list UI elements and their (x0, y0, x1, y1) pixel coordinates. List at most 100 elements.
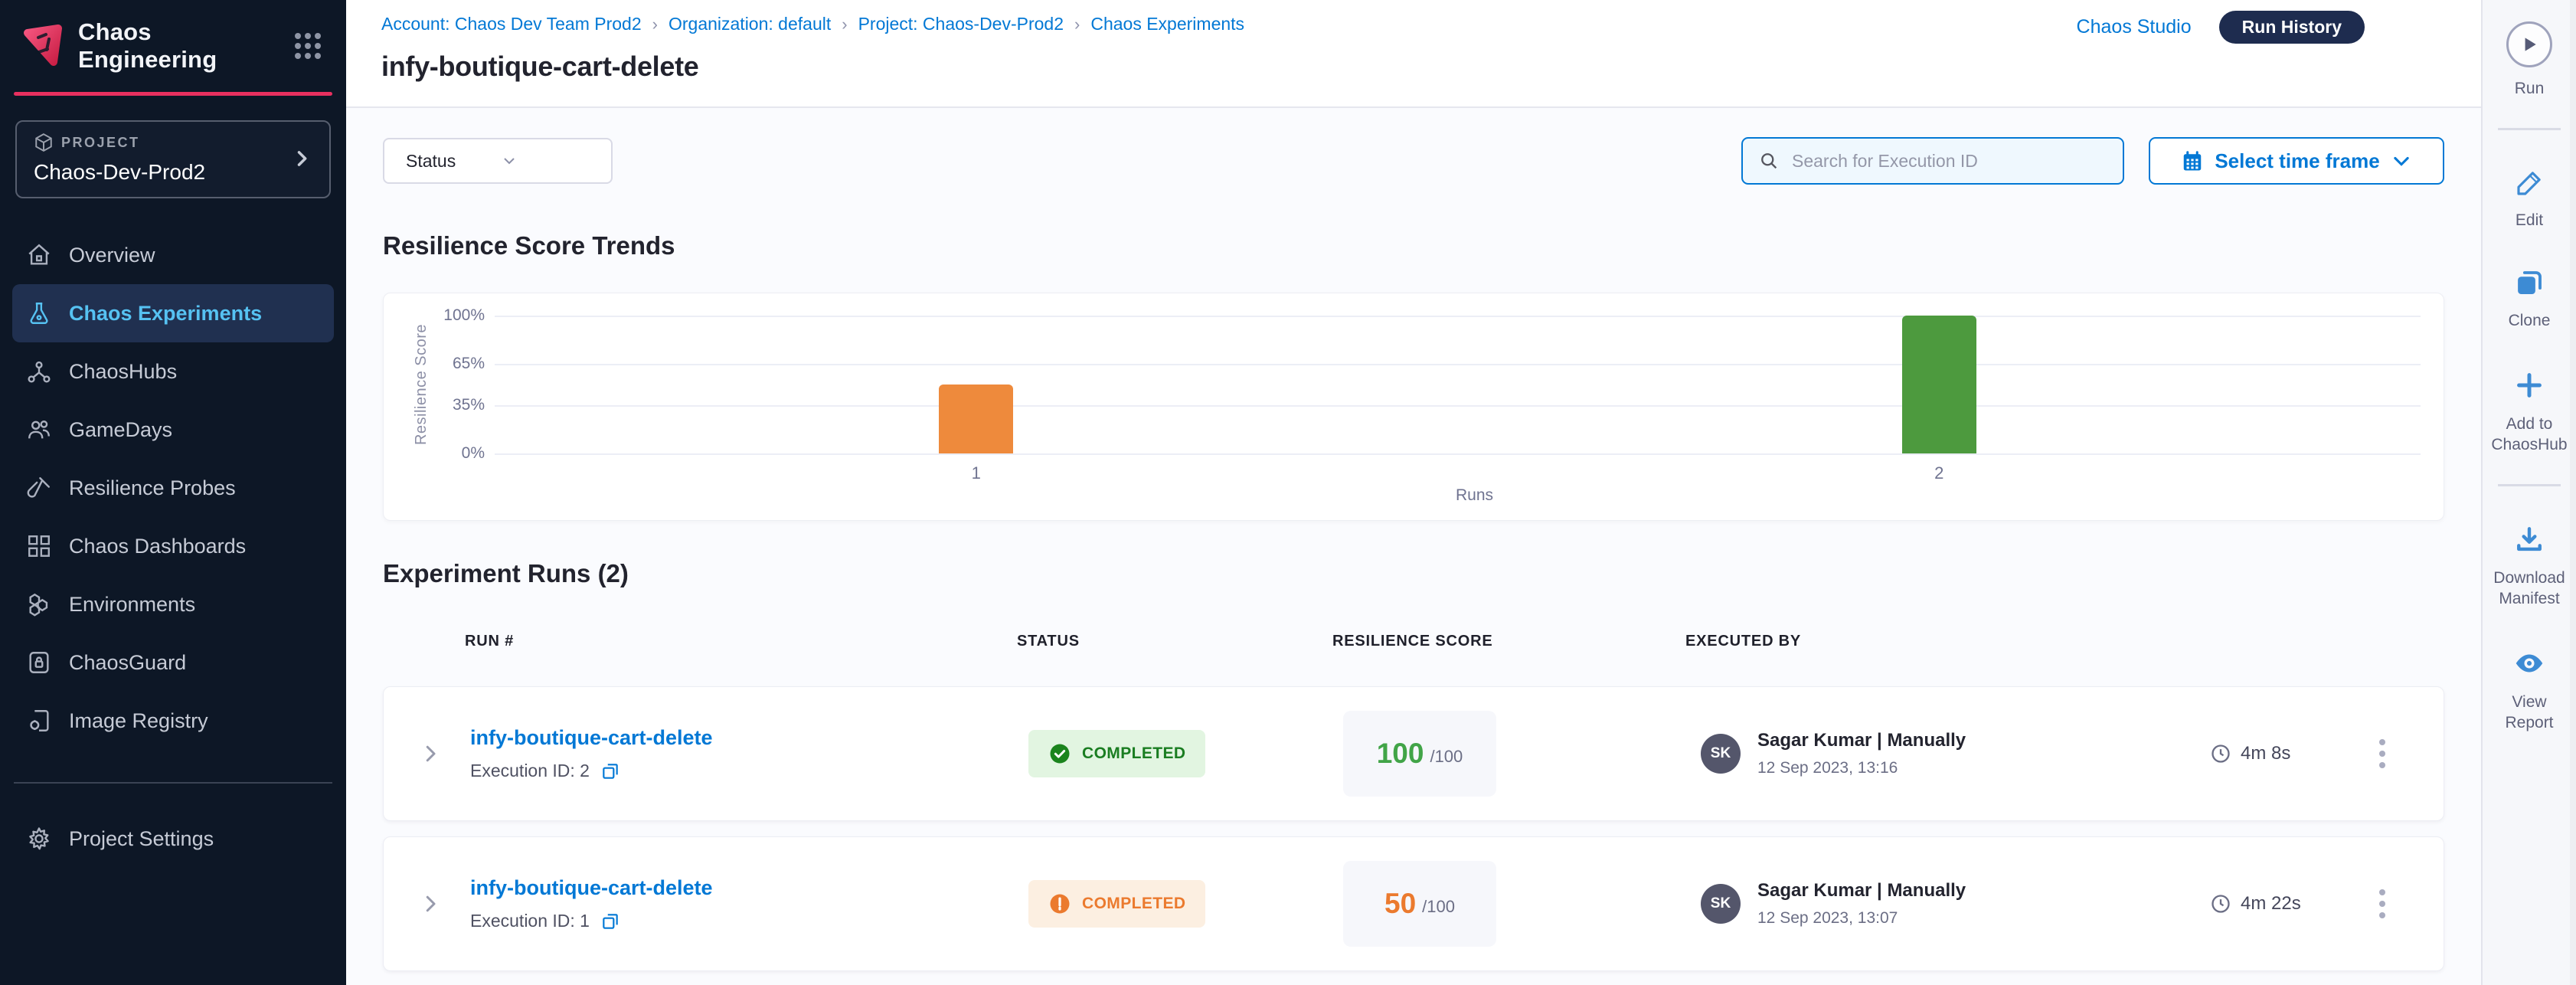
chart-gridline (495, 405, 2421, 407)
sidebar-item-label: Chaos Dashboards (69, 535, 246, 558)
score-max: /100 (1422, 897, 1455, 917)
chart-bar-run-1[interactable] (939, 385, 1013, 453)
expand-chevron-icon[interactable] (419, 892, 442, 915)
chaos-studio-link[interactable]: Chaos Studio (2077, 16, 2192, 38)
project-selector[interactable]: PROJECT Chaos-Dev-Prod2 (15, 120, 331, 198)
column-header-resilience-score: RESILIENCE SCORE (1332, 633, 1493, 650)
breadcrumb: Account: Chaos Dev Team Prod2 › Organiza… (381, 14, 1244, 34)
run-duration: 4m 22s (2241, 893, 2301, 915)
sidebar-item-image-registry[interactable]: Image Registry (12, 692, 334, 750)
chart-y-tick-label: 35% (408, 396, 485, 414)
executed-by-name: Sagar Kumar | Manually (1757, 730, 1966, 751)
run-history-button[interactable]: Run History (2219, 11, 2365, 44)
execution-search[interactable] (1741, 137, 2124, 185)
check-circle-icon (1048, 742, 1071, 765)
search-input[interactable] (1792, 151, 2107, 172)
table-row[interactable]: infy-boutique-cart-delete Execution ID: … (383, 686, 2444, 821)
avatar: SK (1701, 884, 1741, 924)
download-manifest-label: Download Manifest (2486, 568, 2572, 609)
run-name-link[interactable]: infy-boutique-cart-delete (470, 726, 713, 750)
view-report-action[interactable]: View Report (2491, 609, 2568, 733)
clock-icon (2210, 743, 2231, 764)
sidebar-accent-divider (14, 92, 332, 96)
view-report-label: View Report (2491, 692, 2568, 733)
scrollbar[interactable] (2570, 0, 2576, 985)
copy-icon[interactable] (600, 761, 620, 781)
resilience-score: 100 /100 (1343, 711, 1496, 797)
project-name: Chaos-Dev-Prod2 (34, 160, 314, 185)
add-to-chaoshub-action[interactable]: Add to ChaosHub (2484, 331, 2574, 455)
chart-y-tick-label: 0% (408, 444, 485, 463)
time-frame-selector[interactable]: Select time frame (2149, 137, 2444, 185)
sidebar-item-label: ChaosHubs (69, 360, 177, 384)
page-title: infy-boutique-cart-delete (381, 51, 699, 83)
sidebar-item-label: Project Settings (69, 827, 214, 851)
registry-icon (26, 708, 52, 734)
play-icon[interactable] (2506, 21, 2552, 67)
clone-action[interactable]: Clone (2509, 231, 2551, 331)
download-icon (2512, 523, 2546, 557)
sidebar-item-resilience-probes[interactable]: Resilience Probes (12, 459, 334, 517)
runs-table-header: RUN # STATUS RESILIENCE SCORE EXECUTED B… (383, 633, 2444, 653)
trends-section-title: Resilience Score Trends (383, 231, 2444, 260)
row-menu-kebab-icon[interactable] (2372, 731, 2393, 776)
chart-y-tick-label: 65% (408, 355, 485, 373)
copy-icon[interactable] (600, 911, 620, 931)
app-title: Chaos Engineering (78, 18, 293, 74)
column-header-run: RUN # (465, 633, 514, 650)
status-filter-label: Status (406, 151, 500, 172)
run-action[interactable]: Run (2506, 0, 2552, 99)
chart-y-axis-label: Resilience Score (413, 324, 430, 445)
execution-id: Execution ID: 1 (470, 911, 590, 931)
gear-icon (26, 826, 52, 852)
score-value: 100 (1377, 738, 1424, 770)
action-rail: Run Edit Clone Add to ChaosHub Download … (2481, 0, 2576, 985)
sidebar-item-chaos-dashboards[interactable]: Chaos Dashboards (12, 517, 334, 575)
score-value: 50 (1384, 888, 1416, 920)
sidebar-item-chaoshubs[interactable]: ChaosHubs (12, 342, 334, 401)
sidebar-header: Chaos Engineering (0, 0, 346, 92)
eye-icon (2512, 646, 2547, 681)
chart-y-tick-label: 100% (408, 306, 485, 325)
run-duration: 4m 8s (2241, 743, 2290, 764)
executed-at: 12 Sep 2023, 13:16 (1757, 759, 1966, 777)
sidebar-item-overview[interactable]: Overview (12, 226, 334, 284)
sidebar-item-chaosguard[interactable]: ChaosGuard (12, 633, 334, 692)
sidebar-item-environments[interactable]: Environments (12, 575, 334, 633)
avatar: SK (1701, 734, 1741, 774)
plus-icon (2512, 368, 2547, 403)
flask-icon (26, 300, 52, 326)
chart-bar-run-2[interactable] (1902, 316, 1976, 453)
sidebar-item-project-settings[interactable]: Project Settings (12, 810, 334, 868)
clock-icon (2210, 893, 2231, 915)
sidebar-item-label: Environments (69, 593, 195, 617)
sidebar-item-gamedays[interactable]: GameDays (12, 401, 334, 459)
breadcrumb-chaos-experiments[interactable]: Chaos Experiments (1090, 14, 1244, 34)
expand-chevron-icon[interactable] (419, 742, 442, 765)
breadcrumb-project[interactable]: Project: Chaos-Dev-Prod2 (858, 14, 1064, 34)
download-manifest-action[interactable]: Download Manifest (2486, 486, 2572, 609)
edit-action[interactable]: Edit (2513, 130, 2545, 231)
time-frame-label: Select time frame (2215, 149, 2379, 173)
sidebar: Chaos Engineering PROJECT Chaos-Dev-Prod… (0, 0, 346, 985)
breadcrumb-account[interactable]: Account: Chaos Dev Team Prod2 (381, 14, 642, 34)
module-switcher-icon[interactable] (293, 31, 323, 61)
table-row[interactable]: infy-boutique-cart-delete Execution ID: … (383, 836, 2444, 971)
row-menu-kebab-icon[interactable] (2372, 882, 2393, 926)
chaos-engineering-logo-icon (20, 24, 64, 68)
run-name-link[interactable]: infy-boutique-cart-delete (470, 876, 713, 900)
column-header-status: STATUS (1017, 633, 1080, 650)
breadcrumb-organization[interactable]: Organization: default (669, 14, 831, 34)
chart-gridline (495, 453, 2421, 455)
home-icon (26, 242, 52, 268)
sidebar-nav: Overview Chaos Experiments ChaosHubs Gam… (0, 226, 346, 868)
sidebar-item-chaos-experiments[interactable]: Chaos Experiments (12, 284, 334, 342)
chart-x-axis-label: Runs (1456, 486, 1493, 505)
chevron-down-icon (2391, 150, 2412, 172)
score-max: /100 (1430, 747, 1463, 767)
sidebar-divider (14, 782, 332, 784)
status-filter-dropdown[interactable]: Status (383, 138, 613, 184)
project-label: PROJECT (61, 135, 140, 151)
hexagons-icon (26, 591, 52, 617)
column-header-executed-by: EXECUTED BY (1685, 633, 1801, 650)
